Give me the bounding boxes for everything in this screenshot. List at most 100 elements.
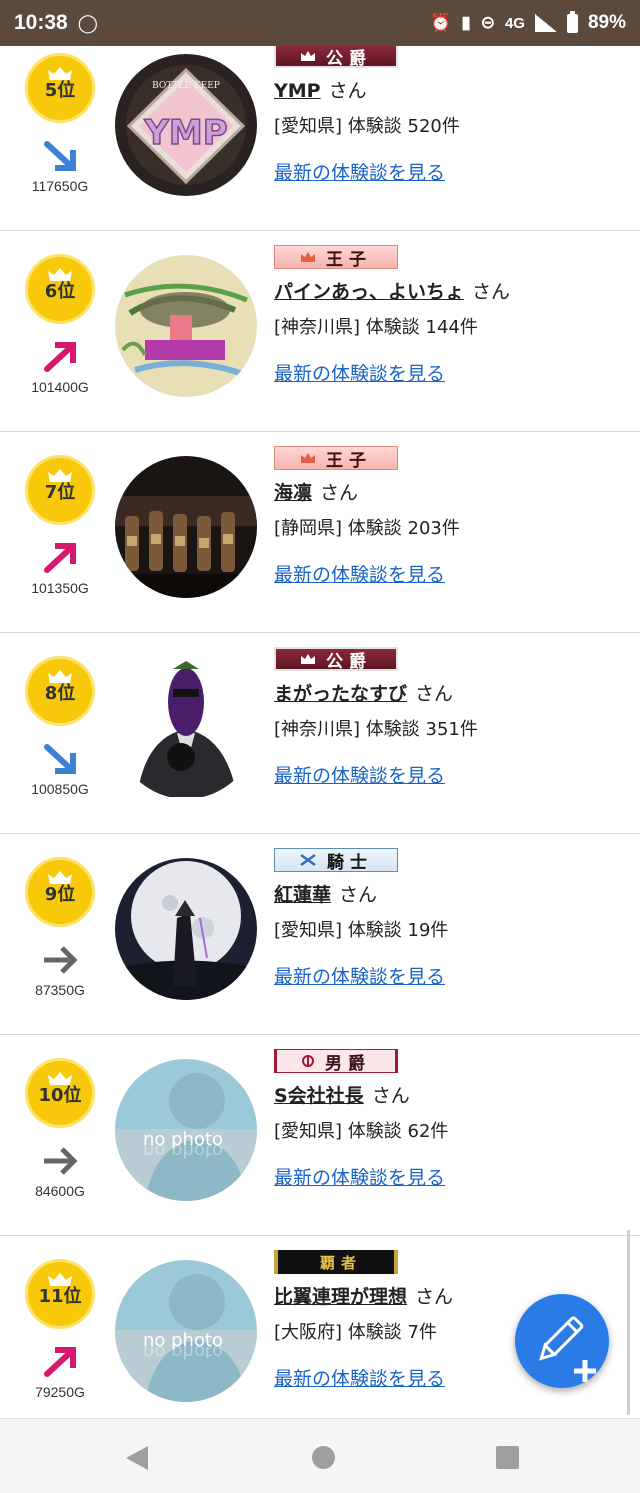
review-count: 体験談 7件 xyxy=(347,1322,437,1343)
title-emblem-icon xyxy=(300,50,316,62)
title-badge: 王子 xyxy=(274,446,398,471)
title-emblem-icon xyxy=(300,653,316,665)
system-nav-bar xyxy=(0,1418,640,1493)
user-avatar[interactable] xyxy=(115,657,257,799)
user-name-link[interactable]: パインあっ、よいちょ xyxy=(274,281,464,303)
crown-icon xyxy=(48,1072,72,1085)
crown-icon xyxy=(48,871,72,884)
latest-review-link[interactable]: 最新の体験談を見る xyxy=(274,761,445,788)
vibrate-icon: ▮ xyxy=(461,13,471,32)
review-count: 体験談 19件 xyxy=(347,920,449,941)
user-avatar[interactable] xyxy=(115,858,257,1000)
svg-text:BOTTLE KEEP: BOTTLE KEEP xyxy=(152,81,220,91)
latest-review-link[interactable]: 最新の体験談を見る xyxy=(274,1364,445,1391)
user-avatar[interactable]: no photo no photo xyxy=(115,1059,257,1201)
points-label: 100850G xyxy=(31,781,89,797)
user-name-line: 比翼連理が理想 さん xyxy=(274,1282,453,1309)
user-info: [愛知県] 体験談 520件 xyxy=(274,112,460,138)
latest-review-link[interactable]: 最新の体験談を見る xyxy=(274,962,445,989)
crown-icon xyxy=(48,670,72,683)
user-name-line: まがったなすび さん xyxy=(274,679,453,706)
user-info: [愛知県] 体験談 62件 xyxy=(274,1117,448,1143)
back-icon[interactable] xyxy=(126,1446,148,1470)
crown-icon xyxy=(48,1273,72,1286)
signal-icon xyxy=(534,14,557,32)
user-info: [静岡県] 体験談 203件 xyxy=(274,514,460,540)
rank-label: 5位 xyxy=(44,80,76,101)
trend-flat-icon xyxy=(40,1143,80,1179)
prefecture: [神奈川県] xyxy=(274,719,361,740)
title-label: 騎士 xyxy=(327,852,373,873)
ranking-row[interactable]: 9位 87350G 騎士紅蓮華 さん [愛知県] 体験談 19件 最新の体験談を見る xyxy=(0,834,640,1035)
latest-review-link[interactable]: 最新の体験談を見る xyxy=(274,560,445,587)
scrollbar[interactable] xyxy=(627,1230,630,1415)
user-name-link[interactable]: 比翼連理が理想 xyxy=(274,1286,407,1308)
status-icons: ⏰ ▮ ⊝ 4G 89% xyxy=(430,10,626,34)
user-avatar[interactable] xyxy=(115,255,257,397)
points-label: 101350G xyxy=(31,580,89,596)
user-name-link[interactable]: S会社社長 xyxy=(274,1085,364,1107)
rank-badge: 7位 xyxy=(25,455,95,525)
user-name-link[interactable]: 紅蓮華 xyxy=(274,884,331,906)
rank-label: 8位 xyxy=(44,683,76,704)
user-avatar[interactable]: no photo no photo xyxy=(115,1260,257,1402)
latest-review-link[interactable]: 最新の体験談を見る xyxy=(274,359,445,386)
rank-badge: 9位 xyxy=(25,857,95,927)
honorific: さん xyxy=(339,884,378,906)
trend-down-icon xyxy=(40,138,80,174)
review-count: 体験談 351件 xyxy=(365,719,478,740)
rank-badge: 5位 xyxy=(25,53,95,123)
user-name-link[interactable]: 海凛 xyxy=(274,482,312,504)
rank-label: 7位 xyxy=(44,482,76,503)
honorific: さん xyxy=(472,281,511,303)
title-badge: 公爵 xyxy=(274,647,398,672)
title-emblem-icon xyxy=(301,1054,315,1068)
ranking-list[interactable]: 5位 117650G BOTTLE KEEP YMP 公爵 YMP さん [愛知県] 体験談 … xyxy=(0,46,640,1418)
home-icon[interactable] xyxy=(312,1446,335,1469)
ranking-row[interactable]: 8位 100850G 公爵 まがったなすび さん [神奈川県] 体験談 351件 最新の体験… xyxy=(0,633,640,834)
title-label: 王子 xyxy=(326,450,372,471)
prefecture: [神奈川県] xyxy=(274,317,361,338)
ranking-row[interactable]: 7位 101350G 王子 海凛 さん [静岡県] 体験談 203件 最新の体験談を見る xyxy=(0,432,640,633)
trend-up-icon xyxy=(40,540,80,576)
user-info: [大阪府] 体験談 7件 xyxy=(274,1318,437,1344)
write-review-button[interactable] xyxy=(515,1294,609,1388)
prefecture: [静岡県] xyxy=(274,518,343,539)
user-name-line: 紅蓮華 さん xyxy=(274,880,377,907)
ranking-row[interactable]: 6位 101400G 王子 パインあっ、よいちょ さん [神奈川県] 体験談 144件 最新… xyxy=(0,231,640,432)
title-badge: 騎士 xyxy=(274,848,398,873)
honorific: さん xyxy=(328,80,367,102)
user-avatar[interactable] xyxy=(115,456,257,598)
points-label: 79250G xyxy=(35,1384,85,1400)
ranking-row[interactable]: 10位 84600G no photo no photo 男爵 S会社社長 さん [愛知県] … xyxy=(0,1035,640,1236)
latest-review-link[interactable]: 最新の体験談を見る xyxy=(274,158,445,185)
title-badge: 男爵 xyxy=(274,1049,398,1074)
title-badge: 公爵 xyxy=(274,46,398,69)
rank-label: 6位 xyxy=(44,281,76,302)
crown-icon xyxy=(48,469,72,482)
trend-down-icon xyxy=(40,741,80,777)
user-info: [神奈川県] 体験談 351件 xyxy=(274,715,478,741)
rank-label: 9位 xyxy=(44,884,76,905)
honorific: さん xyxy=(415,1286,454,1308)
recent-apps-icon[interactable] xyxy=(496,1446,519,1469)
trend-up-icon xyxy=(40,1344,80,1380)
user-name-link[interactable]: まがったなすび xyxy=(274,683,407,705)
title-label: 男爵 xyxy=(325,1053,371,1074)
trend-flat-icon xyxy=(40,942,80,978)
pencil-plus-icon xyxy=(539,1316,596,1382)
user-name-link[interactable]: YMP xyxy=(274,80,321,102)
ranking-row[interactable]: 5位 117650G BOTTLE KEEP YMP 公爵 YMP さん [愛知県] 体験談 … xyxy=(0,46,640,231)
battery-icon xyxy=(566,10,578,33)
user-info: [神奈川県] 体験談 144件 xyxy=(274,313,478,339)
user-name-line: YMP さん xyxy=(274,76,367,103)
review-count: 体験談 520件 xyxy=(347,116,460,137)
user-info: [愛知県] 体験談 19件 xyxy=(274,916,448,942)
title-label: 覇者 xyxy=(319,1253,362,1272)
do-not-disturb-icon: ⊝ xyxy=(480,13,495,32)
latest-review-link[interactable]: 最新の体験談を見る xyxy=(274,1163,445,1190)
rank-badge: 11位 xyxy=(25,1259,95,1329)
points-label: 87350G xyxy=(35,982,85,998)
user-avatar[interactable]: BOTTLE KEEP YMP xyxy=(115,54,257,196)
honorific: さん xyxy=(371,1085,410,1107)
